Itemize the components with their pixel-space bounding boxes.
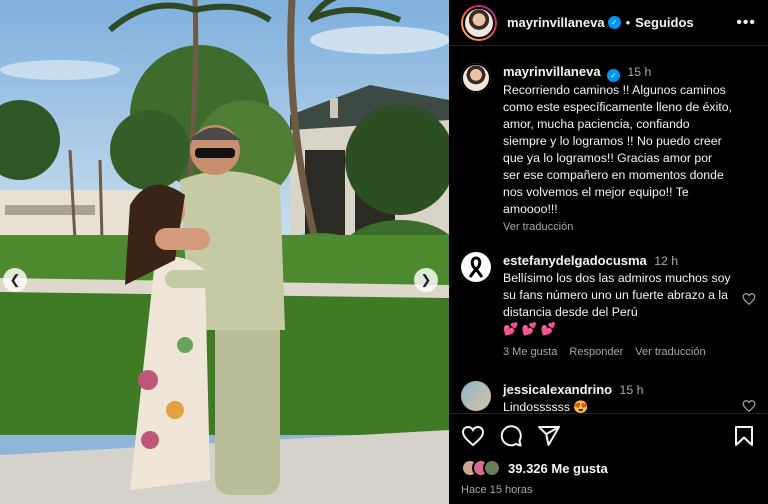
comment-avatar[interactable] <box>461 252 491 282</box>
comment-icon[interactable] <box>499 424 523 448</box>
post-photo[interactable]: ❮ ❯ <box>0 0 449 504</box>
caption-translate-link[interactable]: Ver traducción <box>503 219 573 236</box>
comment-like-heart-icon[interactable] <box>742 399 756 413</box>
caption-avatar[interactable] <box>461 63 491 93</box>
verified-badge-icon: ✓ <box>606 69 620 82</box>
comment-text: Lindossssss <box>503 400 570 413</box>
comment-reply-button[interactable]: Responder <box>569 344 623 361</box>
caption-time: 15 h <box>627 65 652 79</box>
comment-text: Bellísimo los dos las admiros muchos soy… <box>503 271 731 319</box>
comment-emoji: 😍 <box>573 400 589 413</box>
caption-username[interactable]: mayrinvillaneva <box>503 64 601 79</box>
more-options-icon[interactable]: ••• <box>736 14 756 32</box>
comment-time: 12 h <box>654 254 679 268</box>
bookmark-icon[interactable] <box>732 424 756 448</box>
post-header: mayrinvillaneva ✓ • Seguidos ••• <box>449 0 768 46</box>
post-time-ago[interactable]: Hace 15 horas <box>461 484 756 496</box>
couple-photo-illustration <box>0 0 449 504</box>
ribbon-icon <box>468 256 484 278</box>
comment-emoji: 💕 💕 💕 <box>503 322 556 336</box>
caption-row: mayrinvillaneva ✓ 15 h Recorriendo camin… <box>461 63 756 236</box>
comment-username[interactable]: jessicalexandrino <box>503 382 612 397</box>
comment-translate-link[interactable]: Ver traducción <box>635 344 705 361</box>
comment-username[interactable]: estefanydelgadocusma <box>503 253 647 268</box>
comment-body: estefanydelgadocusma 12 h Bellísimo los … <box>503 252 756 361</box>
verified-badge-icon: ✓ <box>607 16 621 29</box>
next-photo-button[interactable]: ❯ <box>414 268 438 292</box>
share-icon[interactable] <box>537 424 561 448</box>
comment-row: jessicalexandrino 15 h Lindossssss 😍 <box>461 381 756 413</box>
author-avatar[interactable] <box>461 4 497 41</box>
caption-meta: Ver traducción <box>503 219 732 236</box>
header-username[interactable]: mayrinvillaneva <box>507 15 605 30</box>
comment-row: estefanydelgadocusma 12 h Bellísimo los … <box>461 252 756 361</box>
comment-avatar[interactable] <box>461 381 491 411</box>
comment-meta: 3 Me gusta Responder Ver traducción <box>503 344 732 361</box>
caption-text: Recorriendo caminos !! Algunos caminos c… <box>503 83 732 216</box>
post-actions: 39.326 Me gusta Hace 15 horas <box>449 413 768 504</box>
chevron-left-icon: ❮ <box>9 272 21 287</box>
post-side-panel: mayrinvillaneva ✓ • Seguidos ••• mayrinv… <box>449 0 768 504</box>
action-icons-row <box>461 414 756 458</box>
chevron-right-icon: ❯ <box>420 272 432 287</box>
comment-likes-count[interactable]: 3 Me gusta <box>503 344 557 361</box>
caption-body: mayrinvillaneva ✓ 15 h Recorriendo camin… <box>503 63 756 236</box>
heart-icon[interactable] <box>461 424 485 448</box>
likes-count[interactable]: 39.326 Me gusta <box>508 461 608 476</box>
liker-avatar[interactable] <box>483 459 501 477</box>
comment-like-heart-icon[interactable] <box>742 292 756 306</box>
comments-list[interactable]: mayrinvillaneva ✓ 15 h Recorriendo camin… <box>449 47 768 413</box>
header-author-block: mayrinvillaneva ✓ • Seguidos <box>507 15 694 30</box>
comment-body: jessicalexandrino 15 h Lindossssss 😍 <box>503 381 756 413</box>
previous-photo-button[interactable]: ❮ <box>3 268 27 292</box>
header-separator: • <box>625 15 631 30</box>
comment-time: 15 h <box>619 383 644 397</box>
likes-row: 39.326 Me gusta <box>461 458 756 478</box>
follow-status-button[interactable]: Seguidos <box>635 15 694 30</box>
